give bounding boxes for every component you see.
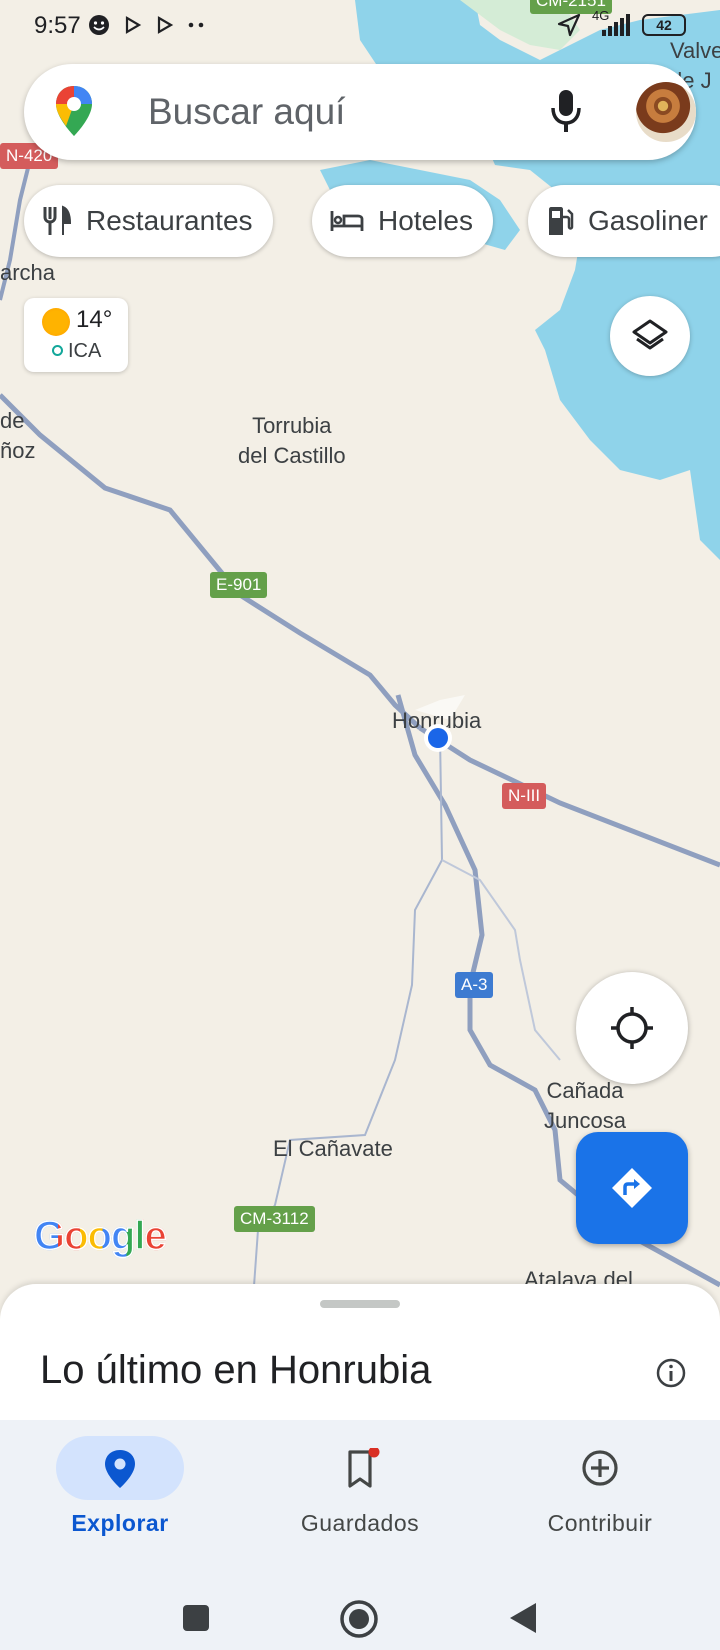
layers-button[interactable]: [610, 296, 690, 376]
notification-app-icon: [89, 15, 109, 35]
directions-icon: [612, 1168, 652, 1208]
place-label-marcha[interactable]: archa: [0, 258, 55, 288]
status-time: 9:57: [34, 12, 81, 39]
chip-label-restaurantes: Restaurantes: [86, 205, 253, 236]
layers-icon: [632, 319, 668, 350]
bottom-navigation: Explorar Guardados Contribuir: [0, 1420, 720, 1538]
search-bar[interactable]: Buscar aquí: [24, 64, 696, 160]
current-location-dot: [424, 724, 452, 752]
sheet-title: Lo último en Honrubia: [40, 1348, 432, 1392]
search-input[interactable]: Buscar aquí: [148, 91, 345, 133]
play-store-icon: [125, 16, 142, 34]
play-store-icon-2: [157, 16, 174, 34]
info-icon[interactable]: [655, 1357, 687, 1389]
home-button[interactable]: [339, 1599, 379, 1639]
google-maps-pin-icon: [56, 86, 92, 136]
nav-contribuir[interactable]: Contribuir: [480, 1420, 720, 1538]
location-arrow-icon: [557, 13, 581, 37]
system-navigation-bar: [0, 1538, 720, 1650]
chip-label-hoteles: Hoteles: [378, 205, 473, 236]
status-notification-icons: [88, 14, 208, 36]
back-button[interactable]: [508, 1601, 538, 1635]
chip-restaurantes[interactable]: Restaurantes: [24, 185, 273, 257]
chip-gasolineras[interactable]: Gasoliner: [528, 185, 720, 257]
microphone-icon[interactable]: [549, 88, 583, 134]
hotel-icon: [330, 211, 364, 231]
bottom-sheet[interactable]: Lo último en Honrubia: [0, 1284, 720, 1424]
place-label-el-canavate[interactable]: El Cañavate: [273, 1134, 393, 1164]
add-circle-icon: [582, 1450, 618, 1486]
category-chips: Restaurantes Hoteles Gasoliner: [24, 185, 720, 257]
sheet-drag-handle[interactable]: [320, 1300, 400, 1308]
recents-button[interactable]: [182, 1604, 210, 1632]
explore-pin-icon: [105, 1450, 135, 1488]
place-label-torrubia[interactable]: Torrubia del Castillo: [238, 411, 346, 471]
chip-label-gasolineras: Gasoliner: [588, 205, 708, 236]
air-quality-icon: [52, 345, 63, 356]
road-shield-n3: N-III: [502, 783, 547, 809]
air-quality-label: ICA: [68, 340, 102, 362]
google-logo: Google: [33, 1213, 167, 1259]
directions-button[interactable]: [576, 1132, 688, 1244]
road-shield-a3: A-3: [455, 972, 494, 998]
place-label-canada-juncosa[interactable]: Cañada Juncosa: [544, 1076, 626, 1136]
more-notifications-icon: [188, 22, 204, 28]
status-right-icons: 4G 42: [556, 8, 686, 38]
google-logo-text: Google: [33, 1213, 167, 1259]
my-location-button[interactable]: [576, 972, 688, 1084]
road-shield-e901: E-901: [210, 572, 268, 598]
bookmark-icon: [348, 1448, 380, 1488]
nav-label-contribuir: Contribuir: [547, 1510, 653, 1536]
avatar[interactable]: [636, 82, 696, 142]
nav-label-explorar: Explorar: [71, 1510, 169, 1536]
nav-label-guardados: Guardados: [300, 1510, 420, 1536]
restaurant-icon: [43, 205, 72, 235]
status-bar: 9:57 4G 42: [0, 0, 720, 54]
nav-guardados[interactable]: Guardados: [240, 1420, 480, 1538]
weather-widget[interactable]: 14° ICA: [24, 298, 128, 372]
weather-temperature: 14°: [76, 306, 113, 333]
road-shield-cm3112: CM-3112: [234, 1206, 315, 1232]
battery-icon: 42: [642, 14, 686, 36]
crosshair-icon: [611, 1007, 653, 1049]
gas-station-icon: [549, 207, 574, 235]
chip-hoteles[interactable]: Hoteles: [312, 185, 493, 257]
signal-icon: 4G: [592, 8, 632, 38]
nav-explorar[interactable]: Explorar: [0, 1420, 240, 1538]
place-label-munoz[interactable]: de ñoz: [0, 406, 35, 466]
sun-icon: [42, 308, 70, 336]
